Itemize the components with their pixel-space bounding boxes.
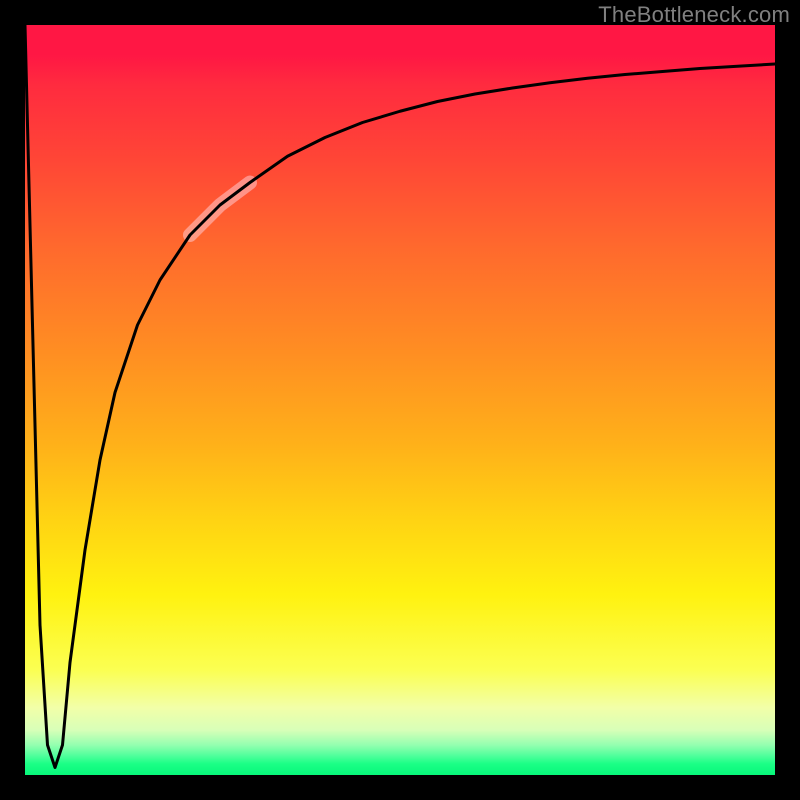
bottleneck-curve bbox=[25, 25, 775, 768]
attribution-text: TheBottleneck.com bbox=[598, 2, 790, 28]
chart-frame: TheBottleneck.com bbox=[0, 0, 800, 800]
curve-layer bbox=[25, 25, 775, 775]
